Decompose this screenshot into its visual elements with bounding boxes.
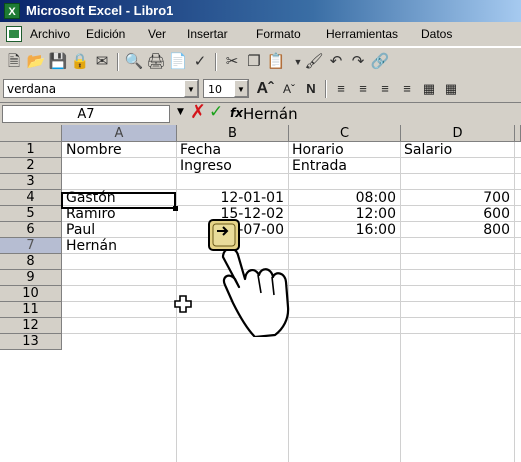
row-header-11[interactable]: 11 [0, 302, 62, 318]
merge-center-icon[interactable]: ▦ [419, 79, 439, 99]
gridline [400, 142, 401, 462]
name-box-value: A7 [77, 107, 95, 122]
pointing-hand-icon [208, 219, 290, 337]
cell-a6[interactable]: Paul [66, 222, 174, 238]
excel-icon[interactable]: X [4, 3, 20, 19]
row-header-2[interactable]: 2 [0, 158, 62, 174]
column-header-c[interactable]: C [289, 125, 401, 142]
gridline [514, 142, 515, 462]
row-header-7[interactable]: 7 [0, 238, 62, 254]
row-header-3[interactable]: 3 [0, 174, 62, 190]
align-right-icon[interactable]: ≡ [375, 79, 395, 99]
row-header-5[interactable]: 5 [0, 206, 62, 222]
bold-icon[interactable]: N [301, 79, 321, 99]
select-all-corner[interactable] [0, 125, 62, 142]
window-title: Microsoft Excel - Libro1 [26, 3, 174, 18]
cell-c1[interactable]: Horario [292, 142, 398, 158]
toolbar-separator [325, 80, 327, 98]
cell-d5[interactable]: 600 [404, 206, 510, 222]
permission-icon[interactable]: 🔒 [70, 52, 90, 72]
toolbar-separator [215, 53, 217, 71]
menu-bar: Archivo Edición Ver Insertar Formato Her… [0, 22, 521, 47]
toolbar-separator [117, 53, 119, 71]
menu-formato[interactable]: Formato [256, 22, 301, 46]
formula-bar: A7 ▼ ✗ ✓ fx Hernán [0, 101, 521, 125]
cell-b2[interactable]: Ingreso [180, 158, 286, 174]
column-header-a[interactable]: A [62, 125, 177, 142]
row-header-10[interactable]: 10 [0, 286, 62, 302]
menu-herramientas[interactable]: Herramientas [326, 22, 398, 46]
title-bar: X Microsoft Excel - Libro1 [0, 0, 521, 22]
copy-icon[interactable]: ❐ [244, 52, 264, 72]
name-box[interactable]: A7 [2, 105, 170, 123]
format-painter-icon[interactable]: 🖌 [304, 52, 324, 72]
grow-font-icon[interactable]: Aˆ [255, 79, 275, 99]
save-icon[interactable]: 💾 [48, 52, 68, 72]
font-size-value: 10 [208, 83, 222, 96]
row-header-6[interactable]: 6 [0, 222, 62, 238]
cell-c5[interactable]: 12:00 [292, 206, 396, 222]
justify-icon[interactable]: ≡ [397, 79, 417, 99]
cell-c2[interactable]: Entrada [292, 158, 398, 174]
formatting-toolbar: verdana ▼ 10 ▼ Aˆ Aˇ N ≡ ≡ ≡ ≡ ▦ ▦ [0, 76, 521, 103]
cell-c6[interactable]: 16:00 [292, 222, 396, 238]
shrink-font-icon[interactable]: Aˇ [279, 79, 299, 99]
cell-d1[interactable]: Salario [404, 142, 512, 158]
spelling-icon[interactable]: ✓ [190, 52, 210, 72]
formula-input[interactable]: Hernán [243, 104, 298, 124]
size-dropdown-icon[interactable]: ▼ [234, 80, 248, 97]
column-header-b[interactable]: B [177, 125, 289, 142]
cell-a7[interactable]: Hernán [66, 238, 174, 254]
menu-datos[interactable]: Datos [421, 22, 452, 46]
align-center-icon[interactable]: ≡ [353, 79, 373, 99]
row-header-13[interactable]: 13 [0, 334, 62, 350]
redo-icon[interactable]: ↷ [348, 52, 368, 72]
fx-icon[interactable]: fx [230, 106, 243, 120]
fill-handle[interactable] [173, 206, 178, 211]
cancel-icon[interactable]: ✗ [190, 101, 206, 123]
row-header-1[interactable]: 1 [0, 142, 62, 158]
cell-c4[interactable]: 08:00 [292, 190, 396, 206]
new-icon[interactable]: 🗎 [4, 52, 24, 72]
cell-b4[interactable]: 12-01-01 [180, 190, 284, 206]
cell-d4[interactable]: 700 [404, 190, 510, 206]
cell-a1[interactable]: Nombre [66, 142, 174, 158]
menu-insertar[interactable]: Insertar [187, 22, 228, 46]
row-header-12[interactable]: 12 [0, 318, 62, 334]
name-box-dropdown-icon[interactable]: ▼ [177, 107, 184, 117]
column-header-e[interactable] [515, 125, 521, 142]
print-preview-icon[interactable]: 📄 [168, 52, 188, 72]
row-header-9[interactable]: 9 [0, 270, 62, 286]
align-left-icon[interactable]: ≡ [331, 79, 351, 99]
excel-window: X Microsoft Excel - Libro1 Archivo Edici… [0, 0, 521, 462]
menu-ver[interactable]: Ver [148, 22, 166, 46]
cell-d6[interactable]: 800 [404, 222, 510, 238]
active-cell-border [61, 192, 176, 209]
menu-edicion[interactable]: Edición [86, 22, 125, 46]
search-icon[interactable]: 🔍 [124, 52, 144, 72]
print-icon[interactable]: 🖨 [146, 52, 166, 72]
cell-b1[interactable]: Fecha [180, 142, 286, 158]
font-dropdown-icon[interactable]: ▼ [184, 80, 198, 97]
email-icon[interactable]: ✉ [92, 52, 112, 72]
font-name-value: verdana [7, 82, 57, 96]
menu-archivo[interactable]: Archivo [30, 22, 70, 46]
paste-icon[interactable]: 📋 [266, 52, 286, 72]
workbook-icon[interactable] [6, 26, 22, 42]
cell-cursor-icon [174, 295, 192, 313]
undo-icon[interactable]: ↶ [326, 52, 346, 72]
row-header-4[interactable]: 4 [0, 190, 62, 206]
borders-icon[interactable]: ▦ [441, 79, 461, 99]
open-icon[interactable]: 📂 [26, 52, 46, 72]
link-icon[interactable]: 🔗 [370, 52, 390, 72]
enter-check-icon[interactable]: ✓ [209, 102, 223, 122]
cut-icon[interactable]: ✂ [222, 52, 242, 72]
font-name-select[interactable]: verdana [3, 79, 199, 98]
column-header-d[interactable]: D [401, 125, 515, 142]
row-header-8[interactable]: 8 [0, 254, 62, 270]
standard-toolbar: 🗎 📂 💾 🔒 ✉ 🔍 🖨 📄 ✓ ✂ ❐ 📋 ▼ 🖌 ↶ ↷ 🔗 [0, 47, 521, 77]
